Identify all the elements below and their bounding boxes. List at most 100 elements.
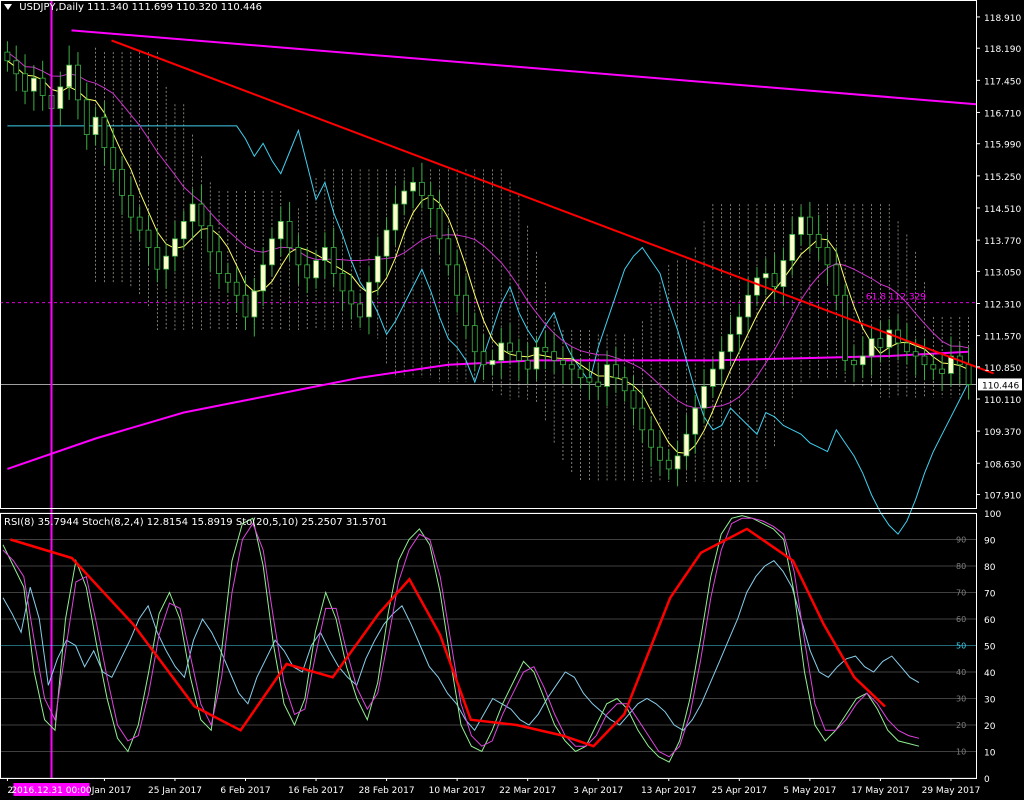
candle-body	[180, 221, 187, 240]
candle-body	[295, 247, 302, 266]
candle-body	[242, 294, 249, 318]
time-tick-label: 22 Mar 2017	[499, 786, 556, 796]
current-price-tag-label: 110.446	[982, 381, 1019, 391]
time-tick-label: 13 Apr 2017	[641, 786, 697, 796]
candle-body	[313, 260, 319, 279]
rsi-smooth-line	[10, 527, 886, 748]
time-tick-label: 6 Feb 2017	[220, 786, 270, 796]
candle-body	[551, 351, 558, 361]
candle-body	[304, 264, 311, 279]
price-tick-label: 108.630	[984, 460, 1021, 470]
candle-body	[851, 359, 857, 366]
time-tick-label: 28 Feb 2017	[359, 786, 415, 796]
osc-tick-label: 10	[984, 749, 996, 759]
candle-body	[39, 77, 46, 96]
candle-body	[189, 203, 196, 222]
candle-body	[771, 273, 778, 287]
candle-body	[577, 368, 584, 379]
candle-body	[233, 281, 240, 296]
time-tick-label: 25 Jan 2017	[148, 786, 202, 796]
price-tick-label: 117.450	[984, 77, 1021, 87]
price-tick-label: 113.770	[984, 237, 1021, 247]
candle-body	[463, 294, 469, 327]
candle-body	[489, 359, 496, 366]
candle-body	[560, 359, 566, 366]
candle-body	[454, 264, 461, 296]
candle-body	[330, 247, 337, 274]
candle-body	[745, 294, 752, 318]
collapse-icon[interactable]	[4, 4, 12, 10]
price-tick-label: 115.990	[984, 141, 1021, 151]
candle-body	[824, 247, 831, 266]
price-tick-label: 107.910	[984, 492, 1021, 502]
price-tick-label: 110.110	[984, 396, 1021, 406]
candle-body	[207, 225, 214, 253]
price-tick-label: 118.190	[984, 45, 1021, 55]
price-tick-label: 109.370	[984, 428, 1021, 438]
price-tick-label: 113.050	[984, 268, 1021, 278]
candle-body	[136, 216, 143, 231]
candle-body	[868, 338, 875, 357]
candle-body	[965, 364, 972, 385]
candle-body	[339, 273, 346, 292]
candle-body	[401, 190, 408, 205]
candle-body	[639, 407, 646, 431]
price-tick-label: 111.570	[984, 333, 1021, 343]
candle-body	[665, 459, 672, 470]
osc-tick-label: 80	[984, 563, 996, 573]
candle-body	[595, 381, 602, 387]
price-tick-label: 110.850	[984, 364, 1021, 374]
candle-body	[709, 368, 716, 387]
candle-body	[172, 238, 178, 257]
osc-tick-label: 100	[984, 510, 1001, 520]
time-tick-label: 16 Feb 2017	[288, 786, 344, 796]
candle-body	[269, 238, 275, 266]
candle-body	[533, 346, 540, 370]
candle-body	[701, 386, 707, 409]
candle-body	[789, 234, 796, 261]
osc-tick-label: 50	[984, 643, 996, 653]
osc-inline-label: 90	[956, 536, 966, 545]
candle-body	[357, 303, 364, 318]
candle-body	[154, 247, 161, 270]
candle-body	[66, 64, 73, 88]
candle-body	[604, 364, 610, 387]
candle-body	[224, 273, 231, 283]
candle-body	[515, 351, 522, 361]
candle-body	[348, 290, 355, 305]
candle-body	[621, 377, 628, 392]
candle-body	[92, 116, 99, 135]
red-trendline	[111, 39, 994, 375]
candle-body	[586, 377, 593, 383]
ma-long-line	[7, 350, 969, 470]
candle-body	[780, 260, 787, 287]
candle-body	[762, 273, 769, 279]
candle-body	[542, 346, 549, 353]
rsi-label: RSI(8) 35.7944	[4, 517, 79, 528]
candle-body	[4, 51, 11, 62]
oscillator-header: RSI(8) 35.7944 Stoch(8,2,4) 12.8154 15.8…	[4, 517, 387, 528]
osc-tick-label: 20	[984, 722, 996, 732]
candle-body	[13, 60, 20, 75]
candle-body	[939, 368, 946, 374]
candle-body	[815, 234, 822, 248]
fib-label: 61.8 112.329	[866, 293, 926, 303]
candle-body	[436, 208, 443, 240]
osc-inline-label: 80	[956, 562, 966, 571]
candle-body	[127, 194, 134, 218]
candle-body	[921, 355, 928, 366]
candle-body	[727, 333, 734, 353]
chart-canvas: 61.8 112.329 908070605040302010 118.9101…	[0, 0, 1022, 796]
candle-body	[383, 229, 390, 257]
candle-body	[692, 407, 699, 435]
candle-body	[119, 168, 125, 196]
candle-body	[260, 264, 267, 292]
candle-body	[101, 116, 108, 149]
candle-body	[277, 221, 284, 240]
candle-body	[374, 255, 381, 283]
tenkan-line	[7, 60, 969, 454]
osc-inline-label: 20	[956, 721, 966, 730]
candle-body	[392, 203, 399, 231]
osc-tick-label: 30	[984, 696, 996, 706]
candle-body	[57, 86, 64, 109]
